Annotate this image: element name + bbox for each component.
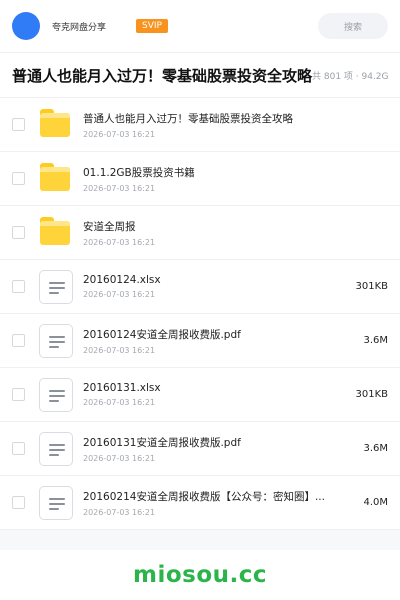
file-list: 普通人也能月入过万！零基础股票投资全攻略 2026-07-03 16:21 01… — [0, 98, 400, 530]
owner-name: 夸克网盘分享 — [52, 22, 107, 33]
file-date: 2026-07-03 16:21 — [83, 398, 156, 407]
file-name[interactable]: 20160131.xlsx — [83, 382, 333, 394]
file-date: 2026-07-03 16:21 — [83, 183, 156, 193]
folder-icon — [39, 108, 73, 142]
file-name[interactable]: 20160131安道全周报收费版.pdf — [83, 435, 333, 450]
file-info: 20160131.xlsx 2026-07-03 16:21 — [83, 382, 347, 407]
list-item[interactable]: 01.1.2GB股票投资书籍 2026-07-03 16:21 — [0, 152, 400, 206]
document-icon — [39, 431, 73, 466]
folder-icon — [39, 216, 73, 250]
file-info: 安道全周报 2026-07-03 16:21 — [83, 219, 380, 247]
checkbox[interactable] — [12, 496, 25, 509]
app: 夸克网盘分享 SVIP 搜索 普通人也能月入过万！零基础股票投资全攻略 共 80… — [0, 0, 400, 600]
list-end-spacer — [0, 530, 400, 550]
file-info: 20160124安道全周报收费版.pdf 2026-07-03 16:21 — [83, 327, 355, 355]
file-date: 2026-07-03 16:21 — [83, 345, 156, 355]
folder-icon — [39, 162, 73, 196]
file-name[interactable]: 20160214安道全周报收费版【公众号：密知圈】... — [83, 489, 333, 504]
file-size: 3.6M — [363, 335, 388, 346]
file-date: 2026-07-03 16:21 — [83, 129, 156, 139]
file-info: 20160124.xlsx 2026-07-03 16:21 — [83, 274, 347, 299]
title-bar: 普通人也能月入过万！零基础股票投资全攻略 共 801 项 · 94.2G — [0, 52, 400, 98]
list-item[interactable]: 20160131安道全周报收费版.pdf 2026-07-03 16:21 3.… — [0, 422, 400, 476]
file-date: 2026-07-03 16:21 — [83, 507, 156, 517]
file-name[interactable]: 20160124安道全周报收费版.pdf — [83, 327, 333, 342]
list-item[interactable]: 20160124安道全周报收费版.pdf 2026-07-03 16:21 3.… — [0, 314, 400, 368]
list-item[interactable]: 20160214安道全周报收费版【公众号：密知圈】... 2026-07-03 … — [0, 476, 400, 530]
document-icon — [39, 485, 73, 520]
file-size: 3.6M — [363, 443, 388, 454]
page-title: 普通人也能月入过万！零基础股票投资全攻略 — [12, 66, 313, 85]
vip-badge: SVIP — [136, 19, 168, 33]
checkbox[interactable] — [12, 226, 25, 239]
file-date: 2026-07-03 16:21 — [83, 290, 156, 299]
checkbox[interactable] — [12, 334, 25, 347]
file-size: 4.0M — [363, 497, 388, 508]
footer: miosou.cc — [0, 550, 400, 600]
file-info: 01.1.2GB股票投资书籍 2026-07-03 16:21 — [83, 165, 380, 193]
brand-logo: miosou.cc — [132, 562, 268, 588]
file-info: 20160131安道全周报收费版.pdf 2026-07-03 16:21 — [83, 435, 355, 463]
file-date: 2026-07-03 16:21 — [83, 237, 156, 247]
share-stats: 共 801 项 · 94.2G — [312, 71, 389, 82]
list-item[interactable]: 安道全周报 2026-07-03 16:21 — [0, 206, 400, 260]
list-item[interactable]: 20160131.xlsx 2026-07-03 16:21 301KB — [0, 368, 400, 422]
file-name[interactable]: 普通人也能月入过万！零基础股票投资全攻略 — [83, 111, 333, 126]
file-name[interactable]: 01.1.2GB股票投资书籍 — [83, 165, 333, 180]
document-icon — [39, 323, 73, 358]
checkbox[interactable] — [12, 442, 25, 455]
file-size: 301KB — [355, 389, 388, 400]
file-info: 普通人也能月入过万！零基础股票投资全攻略 2026-07-03 16:21 — [83, 111, 380, 139]
file-date: 2026-07-03 16:21 — [83, 453, 156, 463]
checkbox[interactable] — [12, 280, 25, 293]
header: 夸克网盘分享 SVIP 搜索 — [0, 0, 400, 52]
list-item[interactable]: 20160124.xlsx 2026-07-03 16:21 301KB — [0, 260, 400, 314]
list-item[interactable]: 普通人也能月入过万！零基础股票投资全攻略 2026-07-03 16:21 — [0, 98, 400, 152]
avatar[interactable] — [12, 12, 40, 40]
file-size: 301KB — [355, 281, 388, 292]
file-name[interactable]: 安道全周报 — [83, 219, 333, 234]
checkbox[interactable] — [12, 118, 25, 131]
checkbox[interactable] — [12, 172, 25, 185]
checkbox[interactable] — [12, 388, 25, 401]
search-input[interactable]: 搜索 — [318, 13, 388, 39]
document-icon — [39, 269, 73, 304]
file-info: 20160214安道全周报收费版【公众号：密知圈】... 2026-07-03 … — [83, 489, 355, 517]
document-icon — [39, 377, 73, 412]
file-name[interactable]: 20160124.xlsx — [83, 274, 333, 286]
